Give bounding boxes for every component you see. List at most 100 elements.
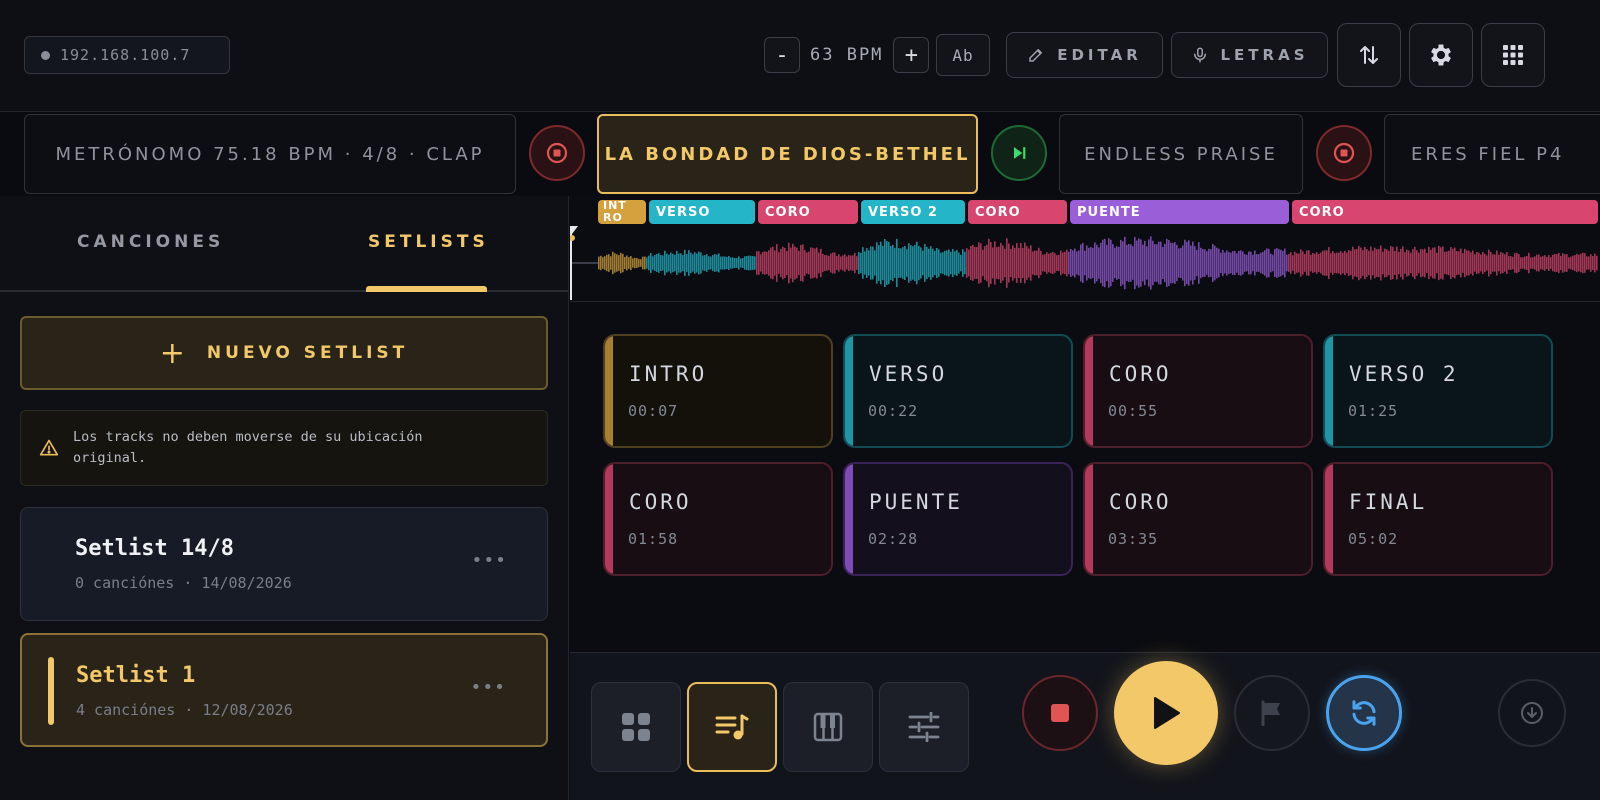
new-setlist-button[interactable]: + NUEVO SETLIST: [20, 316, 548, 390]
bpm-increase-button[interactable]: +: [893, 37, 930, 73]
waveform-bar: [864, 251, 866, 275]
waveform-bar: [1234, 250, 1236, 276]
waveform-bar: [820, 248, 822, 278]
waveform-bar: [984, 246, 986, 280]
bpm-decrease-button[interactable]: -: [764, 37, 800, 73]
waveform-bar: [1482, 251, 1484, 275]
waveform-bar: [992, 247, 994, 279]
timeline-label-chorus[interactable]: CORO: [1292, 200, 1598, 224]
waveform-bar: [1238, 250, 1240, 276]
tab-setlists[interactable]: SETLISTS: [368, 232, 489, 252]
waveform-bar: [1014, 247, 1016, 279]
lyrics-button[interactable]: LETRAS: [1171, 32, 1328, 78]
waveform-bar: [934, 250, 936, 276]
later-song-card[interactable]: ERES FIEL P4: [1384, 114, 1600, 194]
section-card-verse[interactable]: VERSO 00:22: [843, 334, 1073, 448]
metronome-card[interactable]: METRÓNOMO 75.18 BPM · 4/8 · CLAP: [24, 114, 516, 194]
next-song-card[interactable]: ENDLESS PRAISE: [1059, 114, 1303, 194]
setlist-item[interactable]: Setlist 14/8 0 canciónes · 14/08/2026 ••…: [20, 507, 548, 621]
timeline-label-chorus[interactable]: CORO: [968, 200, 1067, 224]
waveform-bar: [1348, 250, 1350, 276]
waveform-bar: [1546, 256, 1548, 270]
more-options-icon[interactable]: •••: [471, 550, 507, 571]
waveform-bar: [1574, 255, 1576, 271]
waveform-bar: [1224, 252, 1226, 274]
waveform-bar: [778, 252, 780, 274]
timeline-label-bridge[interactable]: PUENTE: [1070, 200, 1289, 224]
timeline-label-chorus[interactable]: CORO: [758, 200, 858, 224]
edit-button[interactable]: EDITAR: [1006, 32, 1163, 78]
section-accent: [605, 464, 613, 574]
waveform-bar: [1212, 243, 1214, 283]
section-card-chorus[interactable]: CORO 00:55: [1083, 334, 1313, 448]
waveform-bar: [1480, 254, 1482, 272]
waveform-bar: [668, 254, 670, 272]
waveform-bar: [892, 244, 894, 282]
timeline-label-verse[interactable]: VERSO: [649, 200, 755, 224]
waveform-bar: [958, 252, 960, 274]
playlist-view-button[interactable]: [687, 682, 777, 772]
waveform-bar: [998, 246, 1000, 280]
waveform-bar: [1230, 252, 1232, 274]
waveform-bar: [676, 250, 678, 276]
waveform-bar: [816, 247, 818, 279]
setlist-item-active[interactable]: Setlist 1 4 canciónes · 12/08/2026 •••: [20, 633, 548, 747]
waveform-bar: [1090, 246, 1092, 280]
waveform-bar: [774, 250, 776, 276]
waveform-bar: [684, 249, 686, 277]
stop-after-button[interactable]: [529, 125, 585, 181]
flag-icon: [1261, 700, 1280, 726]
waveform-bar: [1438, 245, 1440, 281]
section-card-chorus[interactable]: CORO 01:58: [603, 462, 833, 576]
waveform-bar: [1474, 254, 1476, 272]
download-button[interactable]: [1498, 679, 1566, 747]
waveform-bar: [766, 251, 768, 275]
timeline-label-verse-2[interactable]: VERSO 2: [861, 200, 965, 224]
waveform[interactable]: [570, 226, 1600, 300]
stop-after-button-2[interactable]: [1316, 125, 1372, 181]
waveform-bar: [1450, 247, 1452, 279]
more-options-icon[interactable]: •••: [470, 677, 506, 698]
waveform-bar: [944, 250, 946, 276]
section-card-bridge[interactable]: PUENTE 02:28: [843, 462, 1073, 576]
waveform-bar: [712, 255, 714, 271]
waveform-bar: [780, 248, 782, 278]
key-button[interactable]: Ab: [936, 34, 990, 76]
waveform-bar: [896, 238, 898, 288]
waveform-bar: [1006, 238, 1008, 288]
settings-button[interactable]: [1409, 23, 1473, 87]
waveform-bar: [1242, 251, 1244, 275]
section-card-final[interactable]: FINAL 05:02: [1323, 462, 1553, 576]
continue-next-button[interactable]: [991, 125, 1047, 181]
play-button[interactable]: [1114, 661, 1218, 765]
loop-button[interactable]: [1326, 675, 1402, 751]
section-card-verse-2[interactable]: VERSO 2 01:25: [1323, 334, 1553, 448]
current-song-card[interactable]: LA BONDAD DE DIOS-BETHEL: [597, 114, 978, 194]
section-card-chorus[interactable]: CORO 03:35: [1083, 462, 1313, 576]
piano-view-button[interactable]: [783, 682, 873, 772]
timeline-label-intro[interactable]: INT RO: [598, 200, 646, 224]
mixer-view-button[interactable]: [879, 682, 969, 772]
waveform-bar: [918, 245, 920, 281]
waveform-bar: [870, 246, 872, 280]
marker-button[interactable]: [1234, 675, 1310, 751]
waveform-bar: [1338, 252, 1340, 274]
swap-button[interactable]: [1337, 23, 1401, 87]
waveform-bar: [1524, 256, 1526, 270]
waveform-bar: [1236, 253, 1238, 273]
section-accent: [845, 464, 853, 574]
waveform-timeline[interactable]: INT RO VERSO CORO VERSO 2 CORO PUENTE CO…: [570, 196, 1600, 302]
waveform-bar: [848, 255, 850, 271]
waveform-bar: [1246, 254, 1248, 272]
waveform-bar: [1368, 250, 1370, 276]
waveform-bar: [1522, 257, 1524, 269]
stop-button[interactable]: [1022, 675, 1098, 751]
tab-songs[interactable]: CANCIONES: [77, 232, 224, 252]
waveform-bar: [856, 256, 858, 270]
apps-button[interactable]: [1481, 23, 1545, 87]
section-card-intro[interactable]: INTRO 00:07: [603, 334, 833, 448]
connection-status-dot: [41, 50, 50, 60]
waveform-bar: [1512, 256, 1514, 270]
sections-view-button[interactable]: [591, 682, 681, 772]
waveform-bar: [1386, 249, 1388, 277]
